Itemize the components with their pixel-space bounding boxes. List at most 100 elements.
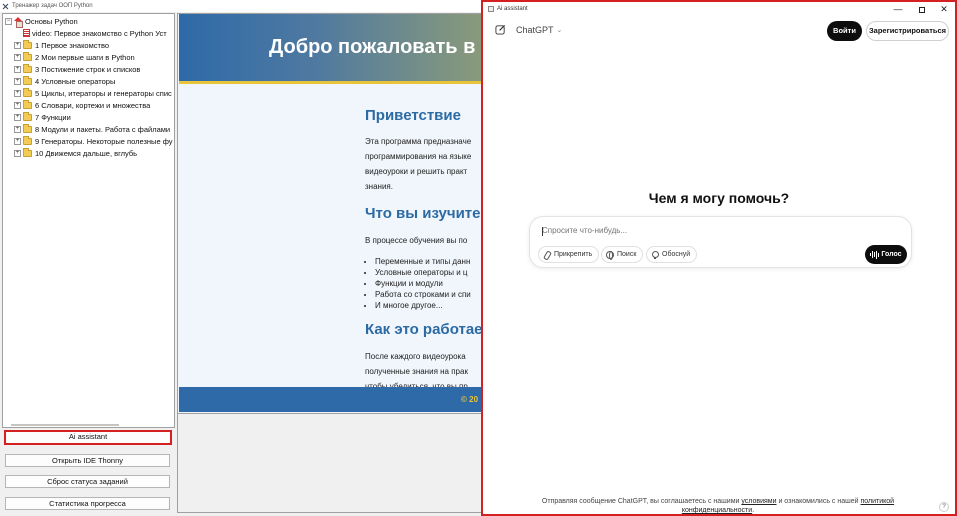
reason-button[interactable]: Обоснуй: [646, 246, 698, 263]
page-footer: © 20: [179, 387, 481, 412]
expand-icon[interactable]: +: [14, 53, 21, 61]
text-line: полученные знания на прак: [365, 367, 468, 376]
minimize-button[interactable]: —: [886, 2, 910, 16]
lesson-content-view[interactable]: Добро пожаловать в Приветствие Эта прогр…: [177, 13, 482, 414]
reset-status-button[interactable]: Сброс статуса заданий: [5, 475, 170, 488]
tree-item-label: 5 Циклы, итераторы и генераторы спис: [35, 88, 172, 98]
expand-icon[interactable]: +: [14, 77, 21, 85]
chevron-down-icon: ⌄: [556, 27, 563, 34]
tree-item-label: 7 Функции: [35, 112, 71, 122]
tree-item-label: video: Первое знакомство с Python Уст: [32, 28, 167, 38]
paperclip-icon: [543, 251, 551, 259]
footer-copyright: © 20: [461, 395, 479, 404]
folder-icon: [23, 63, 32, 73]
reason-label: Обоснуй: [662, 251, 691, 258]
tree-item[interactable]: + 3 Постижение строк и списков: [14, 63, 140, 75]
privacy-link[interactable]: конфиденциальности: [682, 507, 752, 514]
help-heading: Чем я могу помочь?: [648, 190, 790, 206]
folder-icon: [23, 51, 32, 61]
folder-icon: [23, 39, 32, 49]
privacy-link[interactable]: политикой: [861, 498, 895, 505]
tree-item-label: 3 Постижение строк и списков: [35, 64, 141, 74]
expand-icon[interactable]: +: [14, 113, 21, 121]
search-button[interactable]: Поиск: [601, 246, 644, 263]
folder-icon: [23, 99, 32, 109]
folder-icon: [23, 75, 32, 85]
attach-label: Прикрепить: [554, 251, 593, 258]
tree-item-label: 4 Условные операторы: [35, 76, 116, 86]
text-line: После каждого видеоурока: [365, 352, 466, 361]
close-button[interactable]: ✕: [932, 2, 955, 16]
lesson-tree[interactable]: − Основы Python video: Первое знакомство…: [2, 13, 175, 428]
voice-button[interactable]: Голос: [865, 245, 907, 264]
disclaimer-text: Отправляя сообщение ChatGPT, вы соглашае…: [541, 498, 742, 505]
login-button[interactable]: Войти: [827, 21, 862, 41]
ai-window-title: Ai assistant: [497, 6, 528, 12]
expand-icon[interactable]: +: [14, 137, 21, 145]
expand-icon[interactable]: +: [14, 149, 21, 157]
tree-item[interactable]: + 9 Генераторы. Некоторые полезные фу: [14, 135, 173, 147]
tree-item-label: 9 Генераторы. Некоторые полезные фу: [35, 136, 173, 146]
tree-item[interactable]: + 6 Словари, кортежи и множества: [14, 99, 150, 111]
expand-icon[interactable]: +: [14, 125, 21, 133]
text-line: знания.: [365, 182, 393, 191]
tree-item-label: 8 Модули и пакеты. Работа с файлами: [35, 124, 171, 134]
expand-icon[interactable]: +: [14, 41, 21, 49]
tree-horizontal-scrollbar[interactable]: [11, 424, 119, 426]
ai-assistant-button[interactable]: Ai assistant: [4, 430, 172, 445]
folder-icon: [23, 87, 32, 97]
tree-item[interactable]: + 5 Циклы, итераторы и генераторы спис: [14, 87, 172, 99]
app-logo-icon: [2, 3, 9, 10]
search-label: Поиск: [617, 251, 637, 258]
list-item: Условные операторы и ц: [375, 267, 471, 278]
maximize-icon: [919, 6, 925, 13]
expand-icon[interactable]: +: [14, 89, 21, 97]
learn-heading: Что вы изучите: [365, 205, 481, 222]
tree-item[interactable]: + 4 Условные операторы: [14, 75, 115, 87]
list-item: Функции и модули: [375, 278, 471, 289]
attach-button[interactable]: Прикрепить: [538, 246, 600, 263]
list-item: И многое другое...: [375, 300, 471, 311]
tree-item[interactable]: + 7 Функции: [14, 111, 71, 123]
list-item: Переменные и типы данн: [375, 256, 471, 267]
open-ide-button[interactable]: Открыть IDE Thonny: [5, 454, 170, 467]
folder-icon: [23, 111, 32, 121]
tree-root[interactable]: − Основы Python: [5, 15, 78, 28]
video-icon: [23, 29, 30, 37]
expand-icon[interactable]: +: [14, 65, 21, 73]
signup-button[interactable]: Зарегистрироваться: [866, 21, 949, 41]
greeting-paragraph: Эта программа предназначе программирован…: [365, 134, 471, 194]
maximize-button[interactable]: [910, 2, 934, 16]
voice-wave-icon: [870, 250, 880, 259]
learn-intro: В процессе обучения вы по: [365, 236, 468, 245]
window-app-icon: [488, 6, 494, 12]
learn-list: Переменные и типы данн Условные оператор…: [375, 256, 471, 311]
expand-icon[interactable]: +: [14, 101, 21, 109]
ai-assistant-window: Ai assistant — ✕ ChatGPT ⌄ Войти Зарегис…: [481, 0, 957, 516]
model-name: ChatGPT: [516, 25, 554, 35]
collapse-icon[interactable]: −: [5, 17, 12, 25]
globe-icon: [606, 250, 614, 260]
text-line: Эта программа предназначе: [365, 137, 472, 146]
help-icon[interactable]: ?: [939, 502, 949, 512]
model-selector[interactable]: ChatGPT ⌄: [516, 25, 562, 35]
terms-link[interactable]: условиями: [741, 498, 776, 505]
voice-label: Голос: [881, 251, 902, 258]
tree-item[interactable]: + 1 Первое знакомство: [14, 39, 109, 51]
message-input[interactable]: [542, 226, 842, 235]
message-composer: Прикрепить Поиск Обоснуй Голос: [529, 216, 912, 268]
tree-item[interactable]: + 8 Модули и пакеты. Работа с файлами: [14, 123, 170, 135]
list-item: Работа со строками и спи: [375, 289, 471, 300]
text-cursor: [542, 227, 543, 236]
tree-item[interactable]: + 10 Движемся дальше, вглубь: [14, 147, 137, 159]
tree-item[interactable]: + 2 Мои первые шаги в Python: [14, 51, 135, 63]
tree-item-video[interactable]: video: Первое знакомство с Python Уст: [23, 27, 167, 39]
tree-root-label: Основы Python: [25, 16, 78, 26]
greeting-heading: Приветствие: [365, 107, 461, 124]
lightbulb-icon: [651, 250, 659, 259]
tree-item-label: 6 Словари, кортежи и множества: [35, 100, 151, 110]
welcome-banner: Добро пожаловать в: [179, 14, 481, 84]
progress-stats-button[interactable]: Статистика прогресса: [5, 497, 170, 510]
home-icon: [14, 16, 23, 28]
new-chat-edit-icon[interactable]: [495, 24, 506, 35]
